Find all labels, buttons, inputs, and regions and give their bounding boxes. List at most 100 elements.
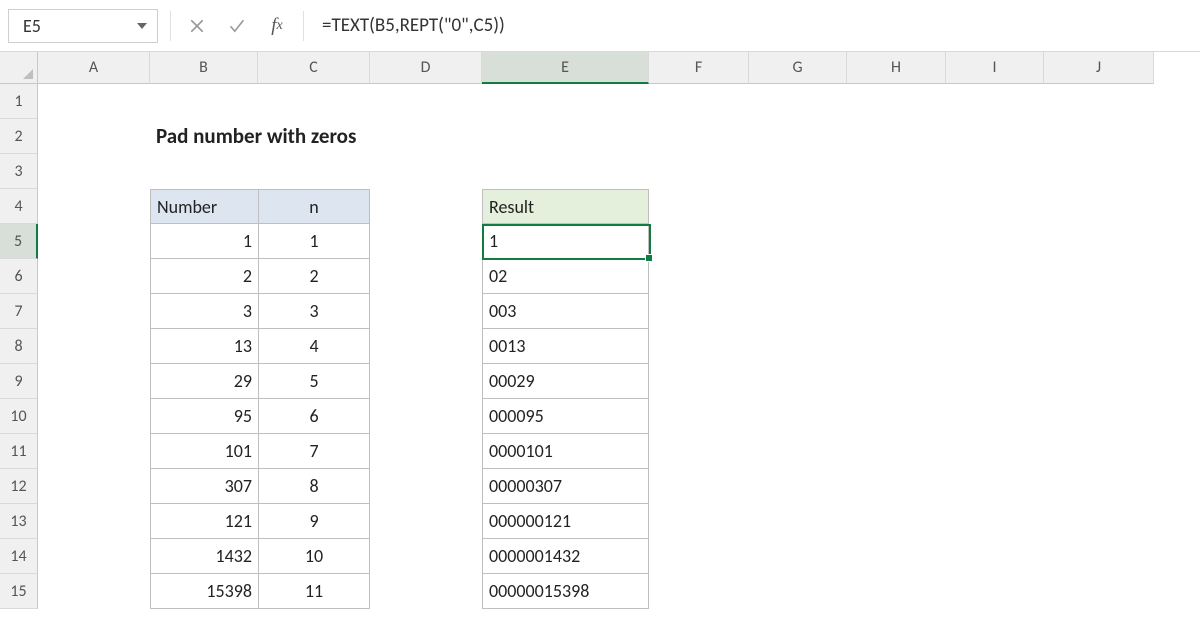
cell-n[interactable]: 3	[258, 294, 370, 329]
cell[interactable]	[1044, 434, 1154, 469]
cell[interactable]	[749, 434, 847, 469]
cell[interactable]	[370, 224, 482, 259]
cell[interactable]	[1044, 364, 1154, 399]
cell-result[interactable]: 0013	[482, 329, 649, 364]
cell[interactable]	[370, 329, 482, 364]
col-head-e[interactable]: E	[482, 52, 649, 84]
col-head-i[interactable]: I	[946, 52, 1044, 84]
cell[interactable]	[482, 84, 649, 119]
col-head-a[interactable]: A	[38, 52, 150, 84]
cell[interactable]	[749, 259, 847, 294]
enter-icon[interactable]	[223, 12, 251, 40]
cell[interactable]	[749, 189, 847, 224]
cell[interactable]	[370, 574, 482, 609]
cell[interactable]	[749, 539, 847, 574]
cell[interactable]	[847, 364, 946, 399]
cell[interactable]	[847, 294, 946, 329]
cell[interactable]	[38, 154, 150, 189]
cell[interactable]	[847, 329, 946, 364]
cell[interactable]	[258, 154, 370, 189]
cell[interactable]	[946, 154, 1044, 189]
cell[interactable]	[38, 259, 150, 294]
cell-n[interactable]: 7	[258, 434, 370, 469]
cell[interactable]	[38, 189, 150, 224]
row-head-3[interactable]: 3	[0, 154, 38, 189]
row-head-7[interactable]: 7	[0, 294, 38, 329]
cell[interactable]	[649, 469, 749, 504]
cell[interactable]	[946, 294, 1044, 329]
header-result[interactable]: Result	[482, 189, 649, 224]
cell[interactable]	[1044, 539, 1154, 574]
cell[interactable]	[847, 434, 946, 469]
cell[interactable]	[847, 259, 946, 294]
cell[interactable]	[649, 504, 749, 539]
cell[interactable]	[370, 154, 482, 189]
cell[interactable]	[847, 504, 946, 539]
fx-icon[interactable]: fx	[263, 12, 291, 40]
cell[interactable]	[370, 364, 482, 399]
cell-n[interactable]: 10	[258, 539, 370, 574]
cell[interactable]	[847, 119, 946, 154]
cell-number[interactable]: 13	[150, 329, 258, 364]
col-head-b[interactable]: B	[150, 52, 258, 84]
cell[interactable]	[649, 364, 749, 399]
cell[interactable]	[649, 539, 749, 574]
row-head-14[interactable]: 14	[0, 539, 38, 574]
cell[interactable]	[649, 294, 749, 329]
cell[interactable]	[946, 504, 1044, 539]
col-head-h[interactable]: H	[847, 52, 946, 84]
cell[interactable]	[1044, 259, 1154, 294]
cell[interactable]	[1044, 294, 1154, 329]
cell[interactable]	[38, 119, 150, 154]
cell[interactable]	[946, 469, 1044, 504]
cell-result[interactable]: 0000101	[482, 434, 649, 469]
cell[interactable]	[749, 364, 847, 399]
cell[interactable]	[649, 119, 749, 154]
cell[interactable]	[649, 399, 749, 434]
cell[interactable]	[370, 84, 482, 119]
cell[interactable]	[946, 399, 1044, 434]
cell[interactable]	[370, 119, 482, 154]
cell[interactable]	[847, 84, 946, 119]
cell-number[interactable]: 2	[150, 259, 258, 294]
cell[interactable]	[150, 84, 258, 119]
cell[interactable]	[370, 539, 482, 574]
cell-result[interactable]: 003	[482, 294, 649, 329]
header-number[interactable]: Number	[150, 189, 258, 224]
cell[interactable]	[946, 539, 1044, 574]
cell-result[interactable]: 1	[482, 224, 649, 259]
cell[interactable]	[749, 504, 847, 539]
title-cell[interactable]: Pad number with zeros	[150, 119, 258, 154]
cell-n[interactable]: 5	[258, 364, 370, 399]
cell[interactable]	[1044, 504, 1154, 539]
cell[interactable]	[370, 469, 482, 504]
cell[interactable]	[946, 574, 1044, 609]
row-head-8[interactable]: 8	[0, 329, 38, 364]
row-head-10[interactable]: 10	[0, 399, 38, 434]
cell[interactable]	[482, 154, 649, 189]
cell[interactable]	[38, 539, 150, 574]
cell-number[interactable]: 1	[150, 224, 258, 259]
cell-n[interactable]: 11	[258, 574, 370, 609]
cell[interactable]	[946, 189, 1044, 224]
cell[interactable]	[946, 364, 1044, 399]
cell[interactable]	[946, 119, 1044, 154]
cell-number[interactable]: 101	[150, 434, 258, 469]
cell-number[interactable]: 95	[150, 399, 258, 434]
cell[interactable]	[1044, 119, 1154, 154]
cell[interactable]	[847, 189, 946, 224]
cell[interactable]	[649, 84, 749, 119]
cell[interactable]	[38, 84, 150, 119]
cell[interactable]	[258, 119, 370, 154]
cell[interactable]	[1044, 224, 1154, 259]
cell[interactable]	[649, 434, 749, 469]
cell[interactable]	[847, 574, 946, 609]
cell[interactable]	[1044, 84, 1154, 119]
cell[interactable]	[38, 294, 150, 329]
cell[interactable]	[649, 224, 749, 259]
cell[interactable]	[847, 539, 946, 574]
cell[interactable]	[946, 259, 1044, 294]
cell[interactable]	[370, 504, 482, 539]
cell[interactable]	[847, 399, 946, 434]
cell-result[interactable]: 00029	[482, 364, 649, 399]
